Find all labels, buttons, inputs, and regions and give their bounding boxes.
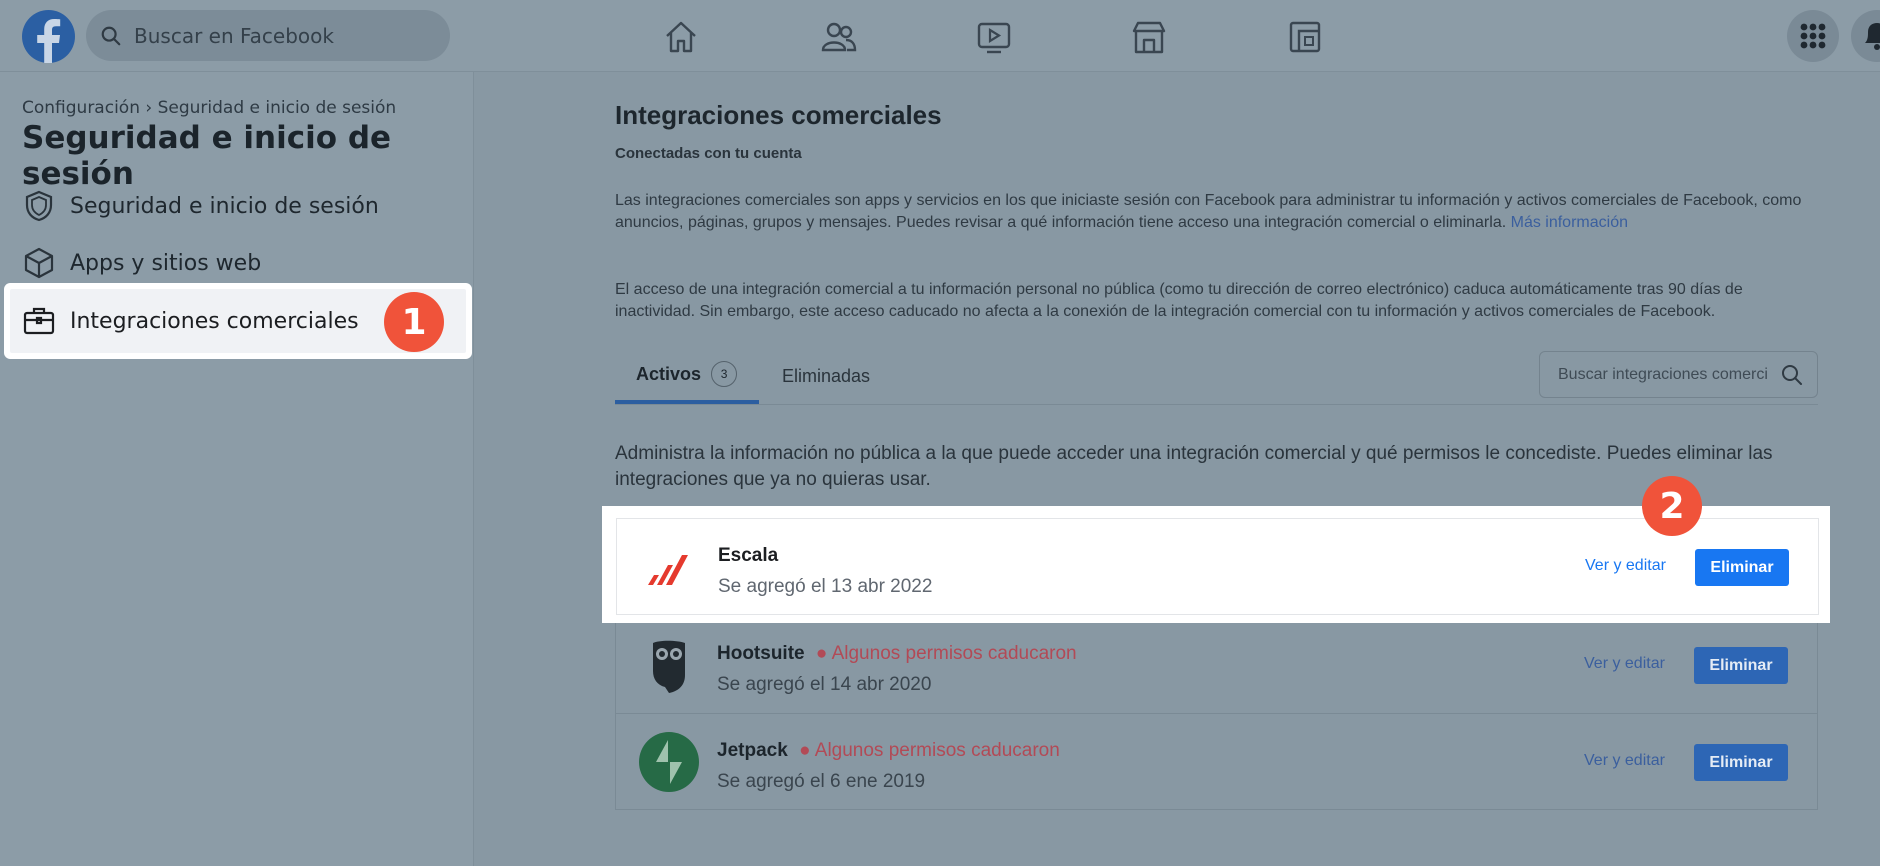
shield-icon <box>25 190 53 222</box>
settings-sidebar: Configuración › Seguridad e inicio de se… <box>0 72 474 866</box>
remove-button[interactable]: Eliminar <box>1694 647 1788 684</box>
step-marker-1: 1 <box>384 292 444 352</box>
sidebar-item-label: Integraciones comerciales <box>70 308 359 334</box>
view-edit-link[interactable]: Ver y editar <box>1585 557 1666 575</box>
facebook-search-input[interactable] <box>132 22 426 49</box>
search-icon <box>101 26 121 45</box>
sidebar-item-label: Apps y sitios web <box>70 250 262 276</box>
sidebar-item-security[interactable]: Seguridad e inicio de sesión <box>10 177 466 235</box>
escala-logo-icon <box>648 555 688 585</box>
integration-name: Hootsuite ● Algunos permisos caducaron <box>717 643 1077 664</box>
hootsuite-logo-icon <box>653 640 685 693</box>
integrations-search[interactable] <box>1539 351 1818 398</box>
integration-row-escala: Escala Se agregó el 13 abr 2022 Ver y ed… <box>616 518 1819 615</box>
notifications-button[interactable] <box>1851 10 1880 62</box>
integration-name: Jetpack ● Algunos permisos caducaron <box>717 740 1060 761</box>
active-count-badge: 3 <box>711 361 738 387</box>
gaming-icon[interactable] <box>1286 18 1324 56</box>
facebook-logo-icon[interactable] <box>22 10 75 63</box>
marketplace-icon[interactable] <box>1130 18 1168 56</box>
integration-row-jetpack: Jetpack ● Algunos permisos caducaron Se … <box>616 714 1817 811</box>
integration-row-hootsuite: Hootsuite ● Algunos permisos caducaron S… <box>616 617 1817 714</box>
integration-added-date: Se agregó el 13 abr 2022 <box>718 576 933 597</box>
sidebar-item-label: Seguridad e inicio de sesión <box>70 193 379 219</box>
briefcase-icon <box>23 307 55 335</box>
facebook-search[interactable] <box>86 10 450 61</box>
breadcrumb[interactable]: Configuración › Seguridad e inicio de se… <box>22 98 396 118</box>
view-edit-link[interactable]: Ver y editar <box>1584 655 1665 673</box>
bell-icon <box>1865 23 1880 50</box>
expired-permissions-warning: ● Algunos permisos caducaron <box>799 740 1060 761</box>
intro-paragraph: Las integraciones comerciales son apps y… <box>615 192 1802 231</box>
remove-button[interactable]: Eliminar <box>1694 744 1788 781</box>
sidebar-item-apps[interactable]: Apps y sitios web <box>10 234 466 292</box>
watch-video-icon[interactable] <box>975 18 1013 56</box>
remove-button[interactable]: Eliminar <box>1695 549 1789 586</box>
integration-added-date: Se agregó el 14 abr 2020 <box>717 674 932 695</box>
highlighted-integration: Escala Se agregó el 13 abr 2022 Ver y ed… <box>602 506 1830 623</box>
home-icon[interactable] <box>662 18 700 56</box>
integration-name: Escala <box>718 545 779 566</box>
top-navigation-bar <box>0 0 1880 72</box>
expired-permissions-warning: ● Algunos permisos caducaron <box>815 643 1077 664</box>
grid-menu-icon <box>1800 23 1826 49</box>
view-edit-link[interactable]: Ver y editar <box>1584 752 1665 770</box>
menu-button[interactable] <box>1787 10 1839 62</box>
integrations-search-input[interactable] <box>1556 364 1770 385</box>
manage-description: Administra la información no pública a l… <box>615 443 1773 490</box>
page-title: Integraciones comerciales <box>615 100 942 130</box>
more-info-link[interactable]: Más información <box>1511 214 1628 231</box>
expiry-paragraph: El acceso de una integración comercial a… <box>615 281 1743 320</box>
jetpack-logo-icon <box>639 732 699 792</box>
page-subtitle: Conectadas con tu cuenta <box>615 145 802 162</box>
integration-added-date: Se agregó el 6 ene 2019 <box>717 771 926 792</box>
tab-removed[interactable]: Eliminadas <box>782 348 870 404</box>
friends-icon[interactable] <box>820 18 858 56</box>
search-icon[interactable] <box>1780 363 1804 387</box>
step-marker-2: 2 <box>1642 476 1702 536</box>
tab-active[interactable]: Activos 3 <box>615 348 759 404</box>
cube-icon <box>24 247 54 279</box>
